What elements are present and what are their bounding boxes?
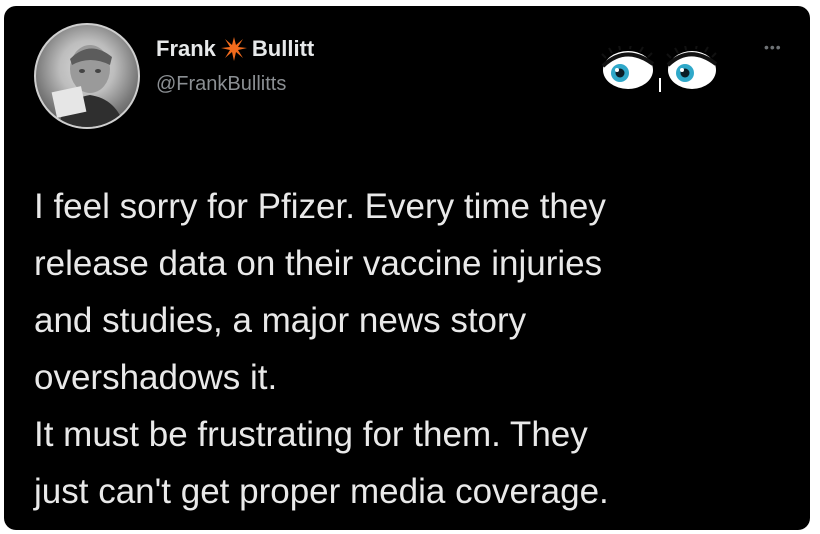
tweet-line: I feel sorry for Pfizer. Every time they [34, 187, 606, 226]
tweet-card: Frank Bullitt @FrankBullitts ••• I feel … [4, 6, 810, 530]
tweet-line: release data on their vaccine injuries [34, 244, 603, 283]
more-options-icon[interactable]: ••• [764, 40, 782, 54]
display-name-last: Bullitt [251, 36, 315, 61]
cartoon-eyes-icon [598, 43, 724, 96]
tweet-line: It must be frustrating for them. They [34, 415, 588, 454]
tweet-line: and studies, a major news story [34, 301, 527, 340]
orange-starburst-icon [220, 36, 248, 62]
tweet-line: overshadows it. [34, 358, 278, 397]
tweet-line: just can't get proper media coverage. [34, 472, 609, 511]
tweet-text: I feel sorry for Pfizer. Every time they… [34, 178, 794, 520]
display-name[interactable]: Frank Bullitt [156, 36, 314, 62]
author-handle[interactable]: @FrankBullitts [156, 72, 314, 96]
author-block: Frank Bullitt @FrankBullitts [156, 36, 314, 96]
avatar[interactable] [34, 23, 140, 129]
avatar-photo [51, 45, 125, 127]
display-name-first: Frank [156, 36, 216, 61]
